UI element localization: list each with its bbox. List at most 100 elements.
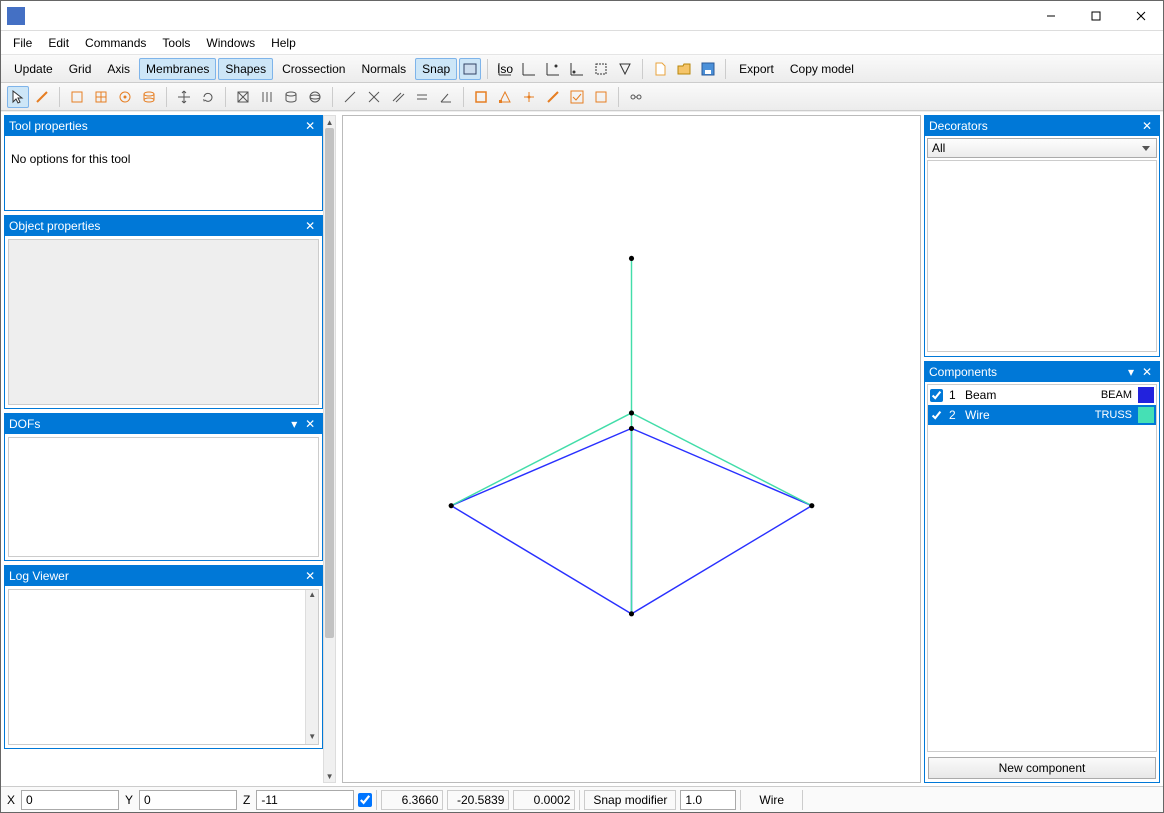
toolbar-view: Update Grid Axis Membranes Shapes Crosse… bbox=[1, 55, 1163, 83]
grid-toggle[interactable]: Grid bbox=[62, 58, 99, 80]
y-input[interactable] bbox=[139, 790, 237, 810]
close-icon[interactable]: ✕ bbox=[302, 568, 318, 584]
rect-orange-icon[interactable] bbox=[470, 86, 492, 108]
app-icon bbox=[7, 7, 25, 25]
angle-icon[interactable] bbox=[435, 86, 457, 108]
save-file-icon[interactable] bbox=[697, 58, 719, 80]
view-xz-icon[interactable] bbox=[542, 58, 564, 80]
axis-toggle[interactable]: Axis bbox=[100, 58, 137, 80]
add-circle-icon[interactable] bbox=[114, 86, 136, 108]
cross-icon[interactable] bbox=[363, 86, 385, 108]
decorators-header[interactable]: Decorators ✕ bbox=[925, 116, 1159, 136]
component-checkbox[interactable] bbox=[930, 409, 943, 422]
menu-windows[interactable]: Windows bbox=[198, 33, 263, 53]
title-bar bbox=[1, 1, 1163, 31]
view-xy-icon[interactable] bbox=[518, 58, 540, 80]
z-input[interactable] bbox=[256, 790, 354, 810]
object-properties-header[interactable]: Object properties ✕ bbox=[5, 216, 322, 236]
add-cylinder-icon[interactable] bbox=[138, 86, 160, 108]
new-file-icon[interactable] bbox=[649, 58, 671, 80]
component-index: 2 bbox=[949, 408, 959, 422]
menu-help[interactable]: Help bbox=[263, 33, 304, 53]
mesh-quad-icon[interactable] bbox=[232, 86, 254, 108]
close-icon[interactable]: ✕ bbox=[1139, 364, 1155, 380]
new-component-button[interactable]: New component bbox=[928, 757, 1156, 779]
edit-node-tool-icon[interactable] bbox=[31, 86, 53, 108]
line-icon[interactable] bbox=[339, 86, 361, 108]
component-checkbox[interactable] bbox=[930, 389, 943, 402]
tool-properties-header[interactable]: Tool properties ✕ bbox=[5, 116, 322, 136]
component-color-swatch[interactable] bbox=[1138, 387, 1154, 403]
dofs-body bbox=[8, 437, 319, 557]
object-properties-panel: Object properties ✕ bbox=[4, 215, 323, 409]
left-scrollbar[interactable]: ▲ ▼ bbox=[323, 115, 336, 783]
minimize-button[interactable] bbox=[1028, 1, 1073, 31]
x-input[interactable] bbox=[21, 790, 119, 810]
snap-toggle[interactable]: Snap bbox=[415, 58, 457, 80]
equal-icon[interactable] bbox=[411, 86, 433, 108]
tool-properties-body: No options for this tool bbox=[5, 136, 322, 210]
update-button[interactable]: Update bbox=[7, 58, 60, 80]
decorators-select[interactable]: All bbox=[927, 138, 1157, 158]
components-header[interactable]: Components ▾ ✕ bbox=[925, 362, 1159, 382]
menu-tools[interactable]: Tools bbox=[154, 33, 198, 53]
log-scrollbar[interactable]: ▲ ▼ bbox=[305, 590, 318, 744]
add-grid-icon[interactable] bbox=[90, 86, 112, 108]
view-yz-icon[interactable] bbox=[566, 58, 588, 80]
normals-toggle[interactable]: Normals bbox=[354, 58, 413, 80]
viewport-3d[interactable] bbox=[342, 115, 921, 783]
fit-selection-icon[interactable] bbox=[590, 58, 612, 80]
decorators-select-value: All bbox=[932, 141, 945, 155]
dofs-header[interactable]: DOFs ▾ ✕ bbox=[5, 414, 322, 434]
log-viewer-header[interactable]: Log Viewer ✕ bbox=[5, 566, 322, 586]
image-rect-icon[interactable] bbox=[459, 58, 481, 80]
components-list[interactable]: 1BeamBEAM2WireTRUSS bbox=[927, 384, 1157, 752]
close-icon[interactable]: ✕ bbox=[302, 416, 318, 432]
empty-rect-icon[interactable] bbox=[590, 86, 612, 108]
copy-model-button[interactable]: Copy model bbox=[783, 58, 861, 80]
maximize-button[interactable] bbox=[1073, 1, 1118, 31]
components-title: Components bbox=[929, 365, 1123, 379]
close-icon[interactable]: ✕ bbox=[302, 118, 318, 134]
disk-icon[interactable] bbox=[280, 86, 302, 108]
rotate-icon[interactable] bbox=[197, 86, 219, 108]
menu-file[interactable]: File bbox=[5, 33, 40, 53]
log-viewer-panel: Log Viewer ✕ ▲ ▼ bbox=[4, 565, 323, 749]
star-orange-icon[interactable] bbox=[518, 86, 540, 108]
decorators-list[interactable] bbox=[927, 160, 1157, 352]
shapes-toggle[interactable]: Shapes bbox=[218, 58, 273, 80]
crossection-toggle[interactable]: Crossection bbox=[275, 58, 352, 80]
snap-modifier-input[interactable] bbox=[680, 790, 736, 810]
pointer-tool-icon[interactable] bbox=[7, 86, 29, 108]
y-label: Y bbox=[123, 793, 135, 807]
dropdown-icon[interactable]: ▾ bbox=[286, 416, 302, 432]
check-rect-icon[interactable] bbox=[566, 86, 588, 108]
edit-pencil-icon[interactable] bbox=[542, 86, 564, 108]
poly-orange-icon[interactable] bbox=[494, 86, 516, 108]
sphere-icon[interactable] bbox=[304, 86, 326, 108]
component-row[interactable]: 1BeamBEAM bbox=[928, 385, 1156, 405]
export-button[interactable]: Export bbox=[732, 58, 781, 80]
bars-icon[interactable] bbox=[256, 86, 278, 108]
status-bar: X Y Z 6.3660 -20.5839 0.0002 Snap modifi… bbox=[1, 786, 1163, 812]
open-file-icon[interactable] bbox=[673, 58, 695, 80]
component-row[interactable]: 2WireTRUSS bbox=[928, 405, 1156, 425]
status-material: Wire bbox=[745, 793, 798, 807]
iso-view-icon[interactable]: Iso bbox=[494, 58, 516, 80]
parallel-icon[interactable] bbox=[387, 86, 409, 108]
membranes-toggle[interactable]: Membranes bbox=[139, 58, 216, 80]
close-button[interactable] bbox=[1118, 1, 1163, 31]
menu-commands[interactable]: Commands bbox=[77, 33, 154, 53]
link-icon[interactable] bbox=[625, 86, 647, 108]
menu-edit[interactable]: Edit bbox=[40, 33, 77, 53]
model-svg bbox=[343, 116, 920, 782]
component-color-swatch[interactable] bbox=[1138, 407, 1154, 423]
fit-all-icon[interactable] bbox=[614, 58, 636, 80]
coord-lock-checkbox[interactable] bbox=[358, 793, 372, 807]
add-node-icon[interactable] bbox=[66, 86, 88, 108]
close-icon[interactable]: ✕ bbox=[1139, 118, 1155, 134]
close-icon[interactable]: ✕ bbox=[302, 218, 318, 234]
log-viewer-body: ▲ ▼ bbox=[8, 589, 319, 745]
dropdown-icon[interactable]: ▾ bbox=[1123, 364, 1139, 380]
translate-icon[interactable] bbox=[173, 86, 195, 108]
